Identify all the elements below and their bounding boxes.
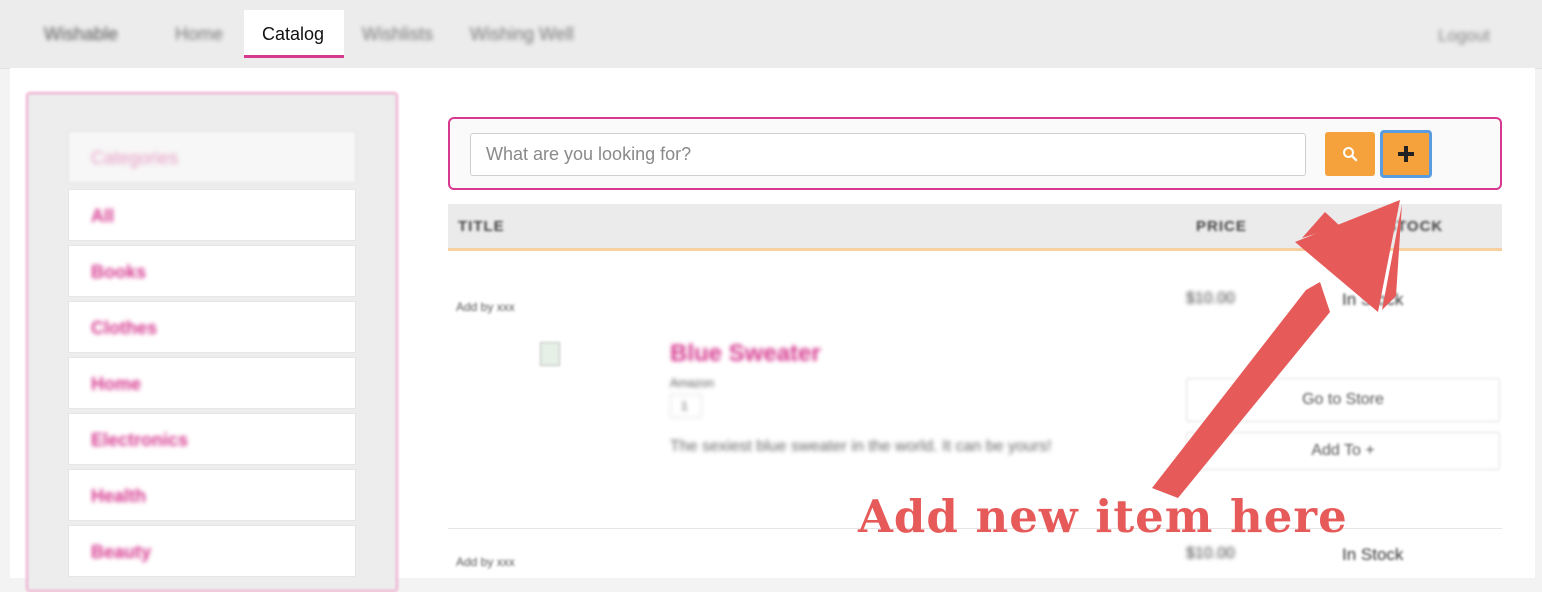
annotation-text: Add new item here [858, 490, 1348, 543]
